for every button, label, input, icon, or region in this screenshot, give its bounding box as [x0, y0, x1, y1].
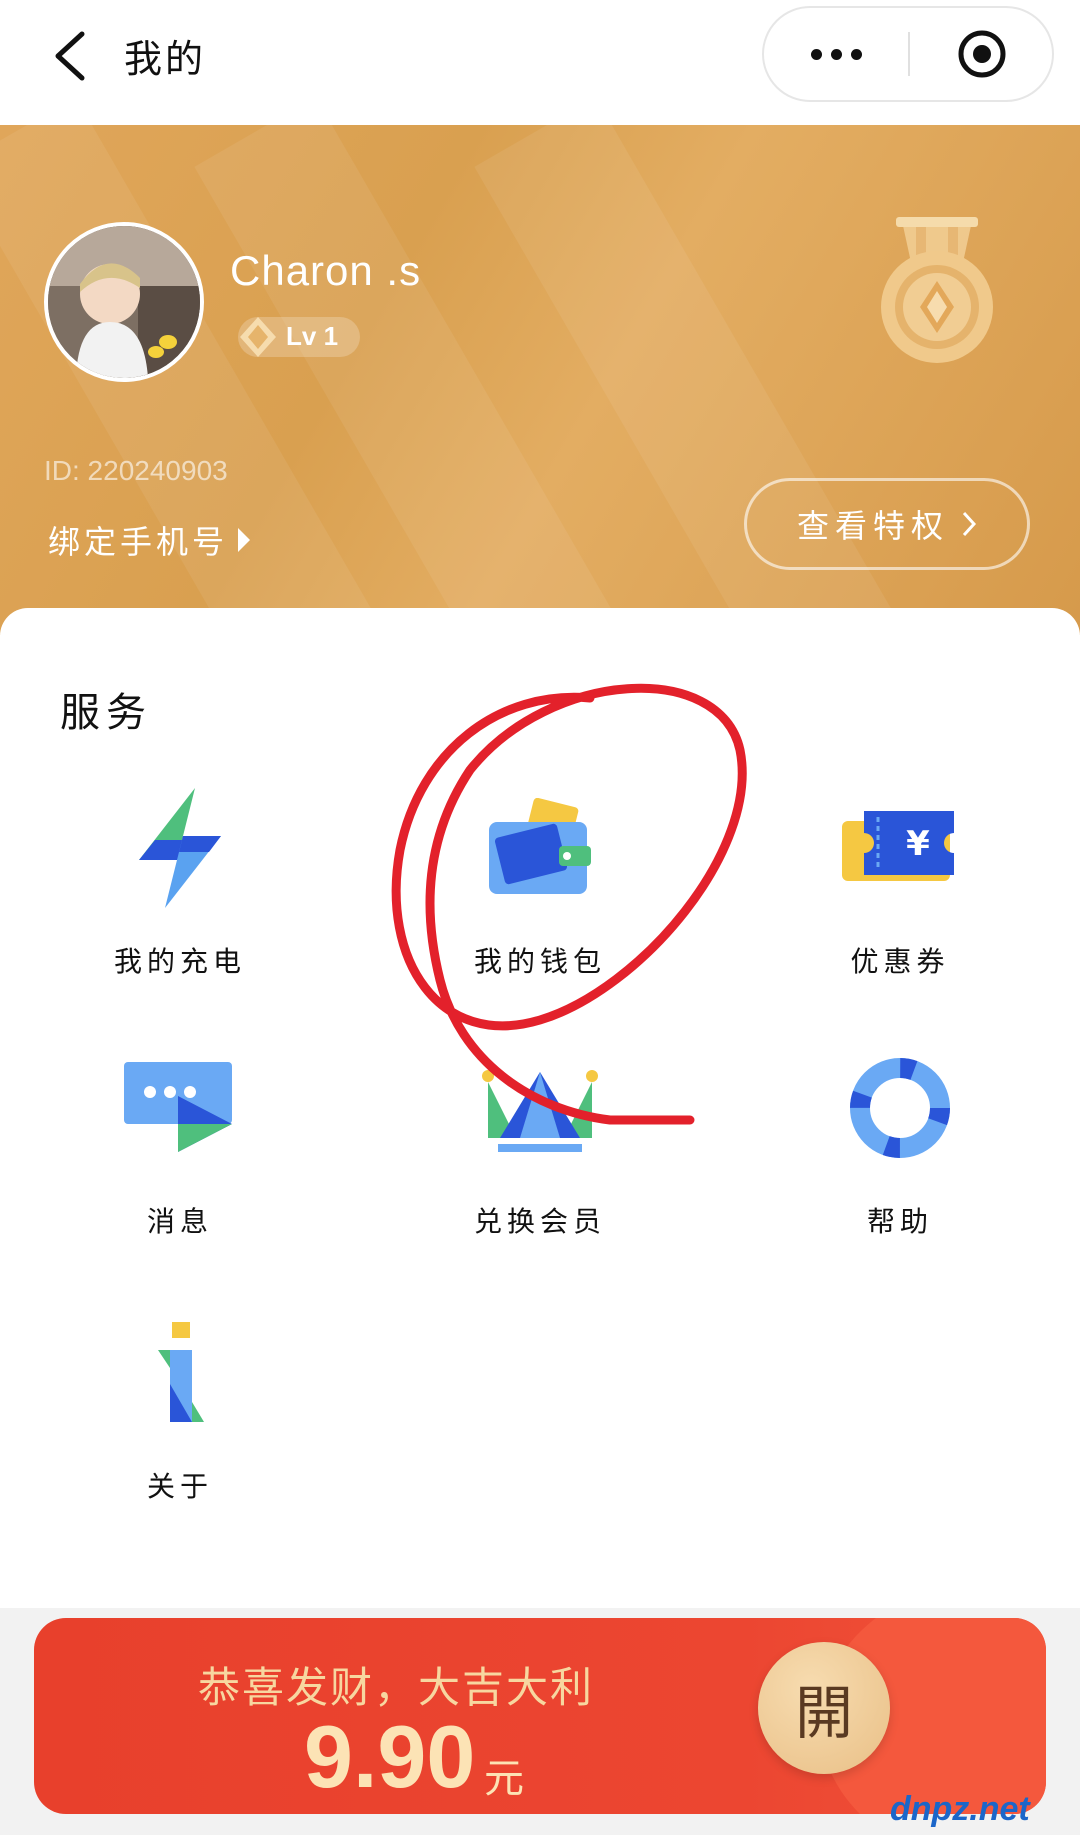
service-messages[interactable]: 消息	[30, 1048, 330, 1268]
watermark-logo: dnpz.net	[890, 1790, 1030, 1828]
promo-unit: 元	[484, 1756, 524, 1802]
info-icon	[158, 1322, 204, 1422]
bind-phone-label: 绑定手机号	[48, 523, 229, 561]
level-label: Lv 1	[286, 321, 339, 351]
profile-banner: Charon .s Lv 1 ID: 220240903 绑定手机号 查看特权	[0, 125, 1080, 635]
service-about[interactable]: 关于	[30, 1313, 330, 1533]
service-help[interactable]: 帮助	[750, 1048, 1050, 1268]
view-privileges-button[interactable]: 查看特权	[744, 478, 1030, 570]
coupon-icon: ¥	[842, 811, 954, 881]
avatar[interactable]	[44, 222, 204, 382]
lightning-icon	[139, 788, 221, 908]
close-button[interactable]	[910, 8, 1054, 100]
wallet-icon	[489, 798, 591, 894]
service-label: 兑换会员	[473, 1205, 606, 1238]
view-privileges-label: 查看特权	[796, 507, 949, 545]
service-my-wallet[interactable]: 我的钱包	[390, 788, 690, 1008]
chevron-right-icon	[962, 511, 977, 537]
red-packet-banner[interactable]: 恭喜发财，大吉大利 9.90 元 開	[34, 1618, 1046, 1814]
service-label: 优惠券	[850, 945, 950, 978]
user-id: ID: 220240903	[44, 455, 228, 486]
triangle-right-icon	[238, 528, 251, 552]
service-label: 帮助	[866, 1205, 933, 1238]
username: Charon .s	[230, 247, 422, 294]
message-icon	[124, 1062, 232, 1152]
services-card: 服务 我的充电 我的钱包 ¥ 优惠券 消息 兑换会员 帮助 关于	[0, 608, 1080, 1608]
top-navbar: 我的	[0, 0, 1080, 125]
service-coupon[interactable]: ¥ 优惠券	[750, 788, 1050, 1008]
back-button[interactable]	[40, 28, 100, 84]
page-title: 我的	[124, 37, 207, 81]
chevron-left-icon	[55, 31, 85, 81]
svg-text:¥: ¥	[906, 824, 930, 864]
service-my-charging[interactable]: 我的充电	[30, 788, 330, 1008]
service-redeem-membership[interactable]: 兑换会员	[390, 1048, 690, 1268]
service-label: 关于	[146, 1470, 213, 1503]
diamond-icon	[240, 317, 276, 357]
service-label: 我的钱包	[473, 945, 606, 978]
service-label: 消息	[146, 1205, 213, 1238]
level-badge: Lv 1	[238, 317, 360, 357]
service-label: 我的充电	[113, 945, 246, 978]
open-red-packet-button[interactable]: 開	[758, 1642, 890, 1774]
mini-program-capsule	[762, 6, 1054, 102]
services-title: 服务	[60, 690, 152, 736]
more-button[interactable]	[764, 8, 909, 100]
target-close-icon	[958, 30, 1006, 78]
crown-icon	[482, 1070, 598, 1152]
more-dots-icon	[811, 48, 862, 60]
lifebuoy-icon	[850, 1058, 950, 1158]
bind-phone-link[interactable]: 绑定手机号	[48, 517, 251, 563]
medal-icon	[881, 217, 993, 363]
promo-amount: 9.90	[304, 1707, 476, 1806]
